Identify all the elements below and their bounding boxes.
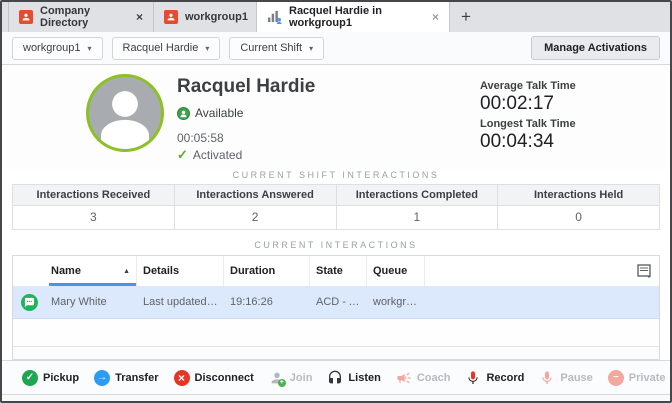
shift-stats-header-row: Interactions Received Interactions Answe… <box>13 185 659 206</box>
status-label: Available <box>195 106 243 120</box>
contact-card-icon <box>19 10 33 24</box>
column-header: Interactions Answered <box>175 185 337 205</box>
shift-stats-table: Interactions Received Interactions Answe… <box>12 184 660 230</box>
available-status-icon <box>177 107 190 120</box>
cell-queue: workgroup1 <box>367 296 425 308</box>
workgroup-dropdown[interactable]: workgroup1 ▾ <box>12 37 103 60</box>
transfer-arrow-icon: → <box>94 370 110 386</box>
tab-racquel-hardie[interactable]: Racquel Hardie in workgroup1 × <box>257 2 450 32</box>
interaction-row-mary-white[interactable]: Mary White Last updated by the Syste 19:… <box>13 286 659 319</box>
private-minus-icon: − <box>608 370 624 386</box>
activation-row: ✓ Activated <box>177 147 242 163</box>
chevron-down-icon: ▾ <box>87 44 91 53</box>
interactions-table: Name ▲ Details Duration State Queue <box>12 255 660 360</box>
plus-icon: + <box>278 379 286 387</box>
avatar <box>86 74 164 152</box>
listen-headset-icon <box>327 370 343 386</box>
agent-stats-icon <box>267 10 282 24</box>
header-filler <box>425 256 625 286</box>
coach-megaphone-icon <box>396 370 412 386</box>
check-icon: ✓ <box>177 147 188 163</box>
tab-company-directory[interactable]: Company Directory × <box>8 2 154 32</box>
longest-talk-time-label: Longest Talk Time <box>480 118 576 130</box>
agent-profile: Racquel Hardie Available 00:05:58 ✓ Acti… <box>2 65 670 169</box>
pause-button: Pause <box>539 370 592 386</box>
avg-talk-time-label: Average Talk Time <box>480 80 576 92</box>
cell-duration: 19:16:26 <box>224 296 310 308</box>
record-mic-icon <box>465 370 481 386</box>
cell-state: ACD - Assign... <box>310 296 367 308</box>
column-header-duration[interactable]: Duration <box>224 256 310 286</box>
column-header: Interactions Completed <box>337 185 499 205</box>
talk-time-stats: Average Talk Time 00:02:17 Longest Talk … <box>480 77 576 155</box>
column-header: Interactions Held <box>498 185 659 205</box>
tab-strip: Company Directory × workgroup1 × <box>2 2 670 32</box>
close-icon[interactable]: × <box>136 11 143 23</box>
chevron-down-icon: ▾ <box>309 44 313 53</box>
bottom-strip <box>2 395 670 401</box>
stat-value: 0 <box>498 206 659 229</box>
dropdown-label: Current Shift <box>240 42 302 54</box>
tab-label: workgroup1 <box>185 11 248 23</box>
tab-label: Racquel Hardie in workgroup1 <box>289 5 421 29</box>
coach-button: Coach <box>396 370 451 386</box>
shift-dropdown[interactable]: Current Shift ▾ <box>229 37 324 60</box>
disconnect-button[interactable]: × Disconnect <box>174 370 254 386</box>
status-timer: 00:05:58 <box>177 131 224 145</box>
cell-name: Mary White <box>45 296 137 308</box>
tab-label: Company Directory <box>40 5 125 29</box>
filter-bar: workgroup1 ▾ Racquel Hardie ▾ Current Sh… <box>2 32 670 65</box>
stat-value: 1 <box>337 206 499 229</box>
column-settings-icon[interactable] <box>637 264 653 278</box>
tab-workgroup1[interactable]: workgroup1 × <box>154 2 257 32</box>
chat-icon <box>21 294 38 311</box>
close-icon[interactable]: × <box>432 11 439 23</box>
transfer-button[interactable]: → Transfer <box>94 370 158 386</box>
pickup-check-icon: ✓ <box>22 370 38 386</box>
interactions-header-row: Name ▲ Details Duration State Queue <box>13 256 659 286</box>
sort-ascending-icon: ▲ <box>123 268 130 275</box>
stat-value: 2 <box>175 206 337 229</box>
app-window: Company Directory × workgroup1 × <box>0 0 672 403</box>
horizontal-scrollbar[interactable] <box>13 346 659 359</box>
dropdown-label: Racquel Hardie <box>123 42 199 54</box>
longest-talk-time-value: 00:04:34 <box>480 131 576 153</box>
column-header: Interactions Received <box>13 185 175 205</box>
pickup-button[interactable]: ✓ Pickup <box>22 370 79 386</box>
dropdown-label: workgroup1 <box>23 42 80 54</box>
contact-card-icon <box>164 10 178 24</box>
icon-column-header <box>13 256 45 286</box>
column-header-state[interactable]: State <box>310 256 367 286</box>
chevron-down-icon: ▾ <box>205 44 209 53</box>
cell-details: Last updated by the Syste <box>137 296 224 308</box>
agent-dropdown[interactable]: Racquel Hardie ▾ <box>112 37 221 60</box>
column-header-queue[interactable]: Queue <box>367 256 425 286</box>
activation-label: Activated <box>193 148 242 162</box>
disconnect-x-icon: × <box>174 370 190 386</box>
current-shift-interactions-title: CURRENT SHIFT INTERACTIONS <box>2 170 670 183</box>
shift-stats-value-row: 3 2 1 0 <box>13 206 659 229</box>
interaction-toolbar: ✓ Pickup → Transfer × Disconnect + Join … <box>2 360 670 395</box>
column-header-name[interactable]: Name ▲ <box>45 256 137 286</box>
interactions-table-body <box>13 319 659 346</box>
agent-status-row: Available <box>177 106 243 120</box>
manage-activations-button[interactable]: Manage Activations <box>531 36 660 60</box>
current-interactions-title: CURRENT INTERACTIONS <box>2 240 670 253</box>
join-button: + Join <box>269 370 313 386</box>
private-button: − Private <box>608 370 666 386</box>
column-header-details[interactable]: Details <box>137 256 224 286</box>
new-tab-button[interactable]: + <box>450 2 482 32</box>
avg-talk-time-value: 00:02:17 <box>480 93 576 115</box>
agent-name: Racquel Hardie <box>177 76 315 98</box>
stat-value: 3 <box>13 206 175 229</box>
listen-button[interactable]: Listen <box>327 370 380 386</box>
record-button[interactable]: Record <box>465 370 524 386</box>
pause-mic-icon <box>539 370 555 386</box>
join-person-plus-icon: + <box>269 370 285 386</box>
